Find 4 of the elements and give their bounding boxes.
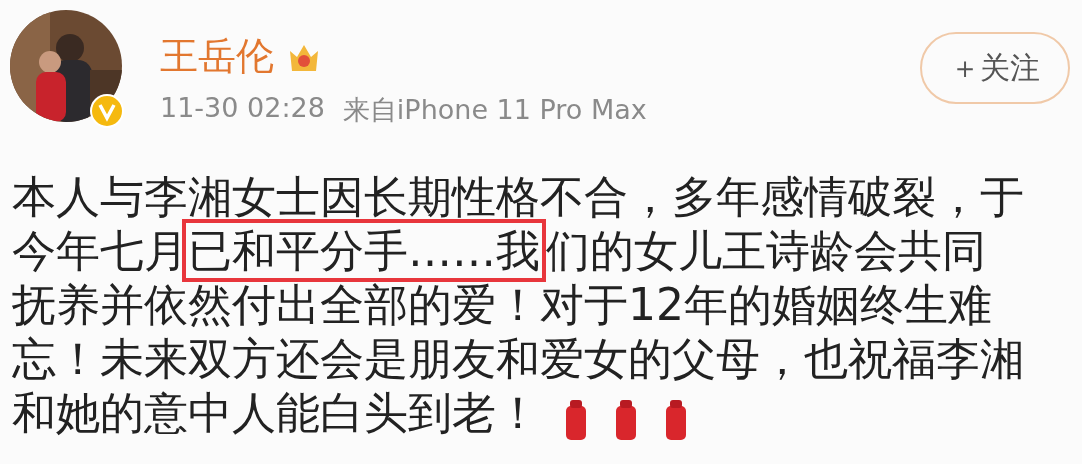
post-time: 11-30 02:28 [160,91,325,125]
follow-button[interactable]: ＋关注 [920,32,1070,104]
post-text: 本人与李湘女士因长期性格不合，多年感情破裂，于今年七月 已和平分手……我们的女儿王诗龄会共同抚养并依然付出全部的爱！对于12年的婚姻终生难忘！未来双方还会是朋友和爱女的父母，也祝福李湘和她的意中人能白头到老！ [12,170,1024,440]
post-source: 来自iPhone 11 Pro Max [342,92,647,127]
